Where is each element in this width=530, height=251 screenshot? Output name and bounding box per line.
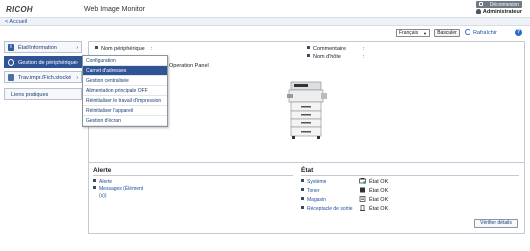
- status-output-tray-label: Réceptacle de sortie: [307, 206, 353, 212]
- menu-item-main-power-off[interactable]: Alimentation principale OFF: [83, 86, 167, 96]
- top-bar: RICOH Web Image Monitor Déconnexion Admi…: [0, 0, 530, 18]
- sidebar-item-status-information[interactable]: i État/Information ›: [4, 41, 82, 53]
- status-value-text: État OK: [369, 179, 389, 185]
- status-system-label: Système: [307, 179, 327, 185]
- colon: :: [151, 46, 153, 52]
- check-details-button[interactable]: Vérifier détails: [474, 219, 518, 228]
- current-user: Administrateur: [475, 9, 522, 15]
- bullet: [301, 188, 304, 191]
- status-output-tray-value: État OK: [359, 205, 388, 212]
- operation-panel-label: Operation Panel: [169, 63, 209, 69]
- status-value-text: État OK: [369, 188, 389, 194]
- bullet: [301, 206, 304, 209]
- logout-label: Déconnexion: [489, 2, 519, 8]
- brand-logo: RICOH: [6, 5, 33, 14]
- status-output-tray-link[interactable]: Réceptacle de sortie: [301, 206, 353, 212]
- gear-icon: [8, 59, 14, 66]
- breadcrumb-bar: < Accueil: [0, 17, 530, 26]
- bullet: [93, 179, 96, 182]
- paper-tray-icon: [359, 196, 366, 202]
- status-tray-label: Magasin: [307, 197, 326, 203]
- status-system-link[interactable]: Système: [301, 179, 326, 185]
- chevron-right-icon: ›: [76, 60, 78, 66]
- sidebar-item-device-management[interactable]: Gestion de périphérique ›: [4, 56, 82, 68]
- colon: :: [363, 54, 365, 60]
- sidebar-item-useful-links[interactable]: Liens pratiques: [4, 88, 82, 100]
- status-value-text: État OK: [369, 197, 389, 203]
- alert-link-label: Alerte: [99, 179, 113, 185]
- printer-ok-icon: [359, 178, 366, 184]
- device-name-label: Nom périphérique: [101, 46, 145, 52]
- home-link[interactable]: < Accueil: [5, 19, 27, 25]
- user-icon: [475, 9, 481, 14]
- sidebar-item-print-jobs[interactable]: Trav.impr./Fich.stocké ›: [4, 71, 82, 83]
- toner-icon: [360, 187, 365, 193]
- bullet: [301, 179, 304, 182]
- sidebar: i État/Information › Gestion de périphér…: [4, 41, 82, 103]
- refresh-link[interactable]: Rafraîchir: [465, 29, 497, 36]
- colon: :: [363, 46, 365, 52]
- printer-image: [287, 81, 327, 139]
- menu-item-reset-print-job[interactable]: Réinitialiser le travail d'impression: [83, 96, 167, 106]
- status-section-title: État: [301, 167, 314, 174]
- status-system-value: État OK: [359, 178, 388, 185]
- host-name-label: Nom d'hôte: [313, 54, 341, 60]
- device-management-menu: Configuration Carnet d'adresses Gestion …: [82, 55, 168, 127]
- help-icon[interactable]: ?: [515, 29, 522, 36]
- user-name: Administrateur: [482, 9, 522, 15]
- language-value: Français: [399, 30, 419, 36]
- app-title: Web Image Monitor: [84, 6, 145, 13]
- document-icon: [8, 74, 14, 81]
- messages-link-label: Messages (Élément: [99, 186, 144, 192]
- status-tray-value: État OK: [359, 196, 388, 203]
- menu-item-address-book[interactable]: Carnet d'adresses: [83, 66, 167, 76]
- alert-rule: [93, 175, 293, 176]
- menu-item-screen-management[interactable]: Gestion d'écran: [83, 116, 167, 126]
- refresh-label: Rafraîchir: [473, 30, 497, 36]
- chevron-right-icon: ›: [76, 75, 78, 81]
- sidebar-item-label: État/Information: [18, 45, 57, 51]
- menu-item-reset-device[interactable]: Réinitialiser l'appareil: [83, 106, 167, 116]
- messages-link[interactable]: Messages (Élément: [93, 186, 143, 192]
- section-divider: [89, 162, 524, 163]
- chevron-right-icon: ›: [76, 45, 78, 51]
- device-name-row: Nom périphérique :: [95, 46, 153, 52]
- menu-item-configuration[interactable]: Configuration: [83, 56, 167, 66]
- menu-item-central-management[interactable]: Gestion centralisée: [83, 76, 167, 86]
- status-toner-value: État OK: [359, 187, 388, 194]
- sidebar-item-label: Gestion de périphérique: [18, 60, 77, 66]
- messages-link-cont[interactable]: (s)): [99, 193, 107, 199]
- bullet: [93, 186, 96, 189]
- sidebar-item-label: Trav.impr./Fich.stocké: [18, 75, 72, 81]
- status-tray-link[interactable]: Magasin: [301, 197, 326, 203]
- bullet: [301, 197, 304, 200]
- bullet: [307, 54, 310, 57]
- chevron-down-icon: ▼: [423, 31, 427, 36]
- status-value-text: État OK: [369, 206, 389, 212]
- comment-row: Commentaire :: [307, 46, 365, 52]
- host-name-row: Nom d'hôte :: [307, 54, 365, 60]
- sidebar-item-label: Liens pratiques: [11, 92, 49, 98]
- status-toner-label: Toner: [307, 188, 320, 194]
- lock-icon: [479, 2, 483, 6]
- info-icon: i: [8, 44, 14, 51]
- bullet: [95, 46, 98, 49]
- logout-button[interactable]: Déconnexion: [476, 1, 522, 8]
- output-tray-icon: [360, 205, 365, 211]
- bullet: [307, 46, 310, 49]
- alert-section-title: Alerte: [93, 167, 112, 174]
- refresh-icon: [465, 29, 471, 35]
- language-select[interactable]: Français ▼: [396, 29, 430, 37]
- status-toner-link[interactable]: Toner: [301, 188, 320, 194]
- status-rule: [301, 175, 519, 176]
- switch-language-button[interactable]: Basculer: [434, 29, 460, 37]
- comment-label: Commentaire: [313, 46, 347, 52]
- alert-link[interactable]: Alerte: [93, 179, 112, 185]
